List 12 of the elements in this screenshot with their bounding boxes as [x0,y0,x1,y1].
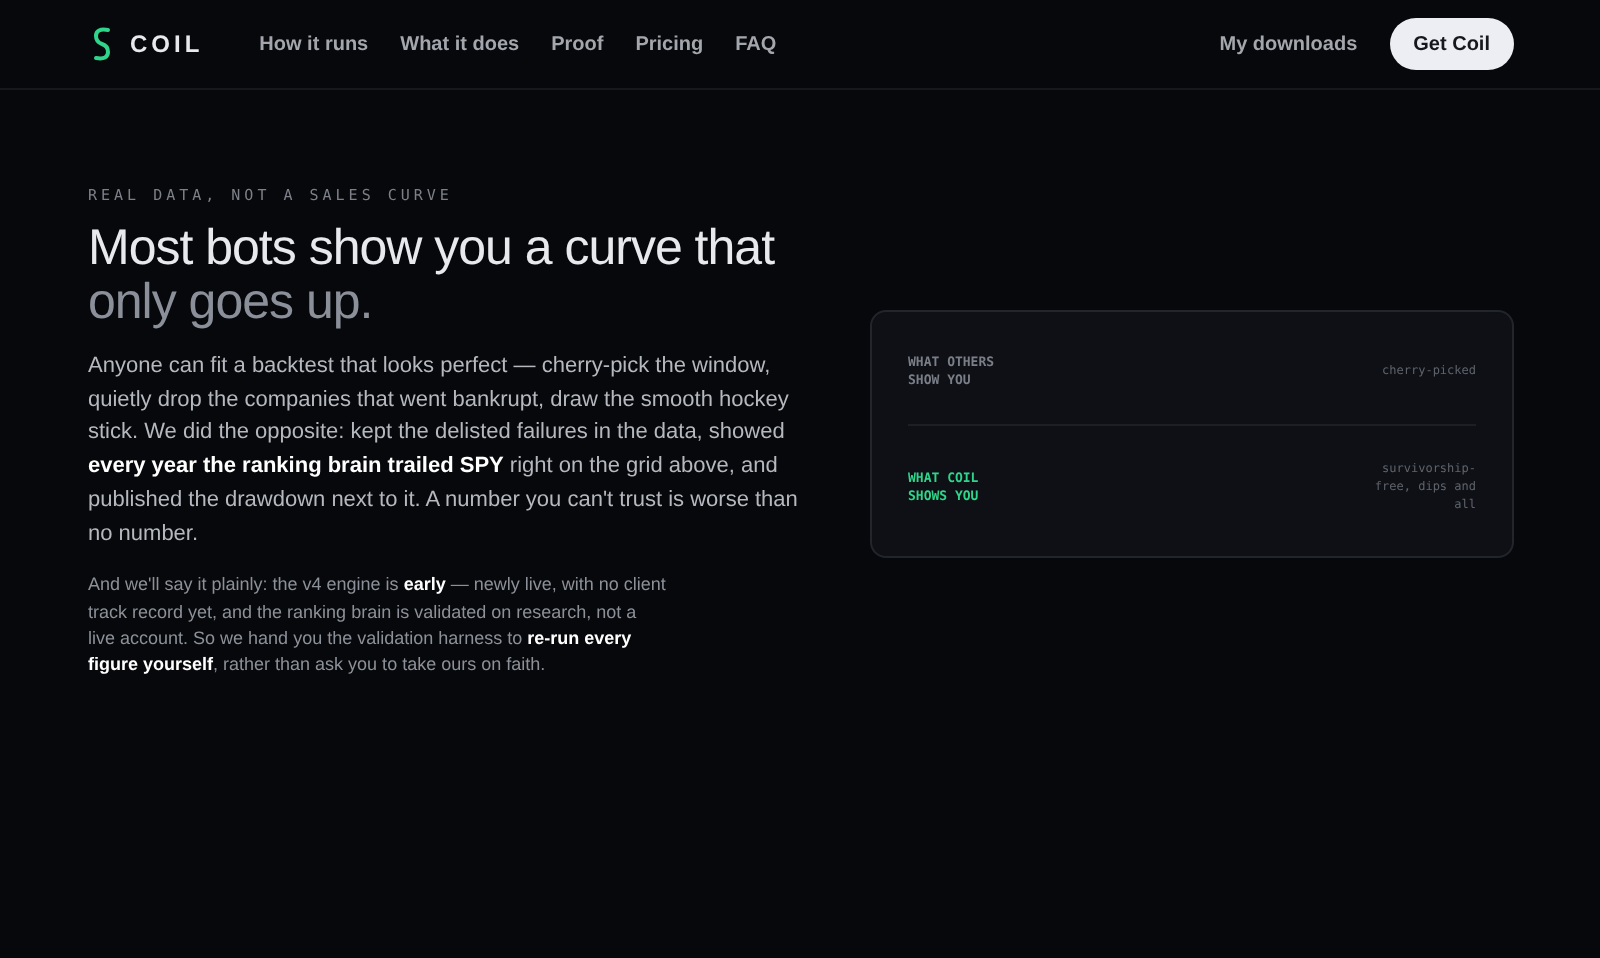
nav-link[interactable]: What it does [400,33,520,55]
note-paragraph: And we'll say it plainly: the v4 engine is early — newly live, with no client track record yet, and the ranking brain is validated on research, not a live account. So we hand you the validation harness to re-run every figure yourself, rather than ask you to take ours on faith. [88,572,668,679]
brand-name[interactable]: COIL [130,30,204,58]
get-coil-button[interactable]: Get Coil [1389,18,1514,70]
nav-link[interactable]: Proof [551,33,604,55]
nav-link[interactable]: FAQ [735,33,777,55]
logo-icon [92,26,112,62]
headline: Most bots show you a curve that only goes up. [88,222,777,330]
nav-link[interactable]: How it runs [259,33,369,55]
nav-link[interactable]: Pricing [635,33,704,55]
nav-link[interactable]: My downloads [1219,33,1358,55]
body-paragraph: Anyone can fit a backtest that looks perfect — cherry-pick the window, quietly drop the companies that went bankrupt, draw the smooth hockey stick. We did the opposite: kept the delisted failures in the data, showed every year the ranking brain trailed SPY right on the grid above, and published the drawdown next to it. A number you can't trust is worse than no number. [88,352,800,550]
